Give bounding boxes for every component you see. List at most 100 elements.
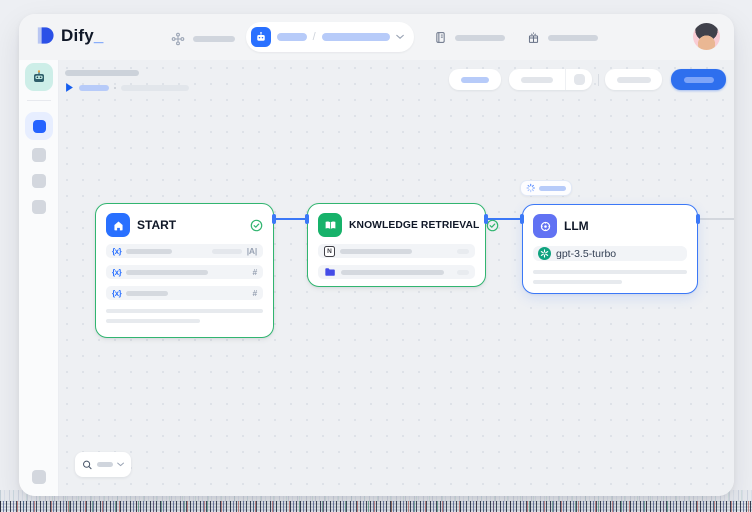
desktop-background: Dify_ / xyxy=(0,0,752,512)
edge-llm-out xyxy=(699,218,734,220)
variable-icon: {x} xyxy=(112,268,121,277)
toolbar-divider xyxy=(598,74,599,86)
chevron-down-icon[interactable] xyxy=(117,462,124,467)
workflow-title-placeholder xyxy=(65,70,139,76)
logo-text: Dify_ xyxy=(61,26,104,46)
zoom-value-placeholder xyxy=(97,462,113,467)
updates-nav[interactable] xyxy=(527,31,598,44)
version-split-button[interactable] xyxy=(509,69,592,90)
zoom-search-icon xyxy=(82,459,93,471)
app-window: Dify_ / xyxy=(19,14,734,496)
sidebar-item-4[interactable] xyxy=(32,200,46,214)
sidebar-item-bottom[interactable] xyxy=(32,470,46,484)
dataset-name-placeholder xyxy=(341,270,444,275)
node-llm-header: LLM xyxy=(533,214,687,238)
sidebar-divider xyxy=(27,100,51,101)
node-running-badge xyxy=(520,180,572,196)
variable-value-placeholder xyxy=(212,249,242,254)
run-meta-placeholder xyxy=(121,85,189,91)
features-label-placeholder xyxy=(461,77,489,83)
dataset-row[interactable] xyxy=(318,265,475,279)
docs-nav[interactable] xyxy=(434,31,505,44)
sidebar-app-icon[interactable] xyxy=(25,63,53,91)
node-title: KNOWLEDGE RETRIEVAL xyxy=(349,220,479,231)
workflow-canvas[interactable]: START {x} |A| {x} # {x} xyxy=(59,60,734,496)
variable-name-placeholder xyxy=(126,249,172,254)
variable-row[interactable]: {x} # xyxy=(106,286,263,300)
output-port[interactable] xyxy=(272,214,276,224)
spinner-icon xyxy=(526,183,535,193)
user-avatar[interactable] xyxy=(693,23,720,50)
nav-label-placeholder xyxy=(193,36,235,42)
run-label-placeholder xyxy=(79,85,109,91)
notebook-icon xyxy=(434,31,447,44)
text-type-icon: |A| xyxy=(247,246,257,256)
number-type-icon: # xyxy=(252,267,257,277)
variable-icon: {x} xyxy=(112,289,121,298)
sidebar-item-3[interactable] xyxy=(32,174,46,188)
model-selector-row[interactable]: gpt-3.5-turbo xyxy=(533,246,687,261)
explore-icon xyxy=(171,32,185,46)
notion-doc-icon: N xyxy=(324,246,335,257)
explore-nav[interactable] xyxy=(171,32,235,46)
output-port[interactable] xyxy=(484,214,488,224)
input-port[interactable] xyxy=(520,214,524,224)
node-llm[interactable]: LLM gpt-3.5-turbo xyxy=(522,204,698,294)
output-port[interactable] xyxy=(696,214,700,224)
variable-name-placeholder xyxy=(126,291,168,296)
node-desc-placeholder xyxy=(106,319,200,323)
version-label-placeholder xyxy=(521,77,553,83)
header: Dify_ / xyxy=(19,14,734,60)
sidebar xyxy=(19,60,59,496)
book-open-icon xyxy=(318,213,342,237)
preview-label-placeholder xyxy=(617,77,651,83)
node-start[interactable]: START {x} |A| {x} # {x} xyxy=(95,203,274,338)
dataset-meta-placeholder xyxy=(457,270,469,275)
variable-name-placeholder xyxy=(126,270,208,275)
canvas-zoom-control[interactable] xyxy=(75,452,131,477)
openai-icon xyxy=(538,247,551,260)
node-title: START xyxy=(137,218,176,232)
features-button[interactable] xyxy=(449,69,501,90)
preview-button[interactable] xyxy=(605,69,662,90)
node-desc-placeholder xyxy=(106,309,263,313)
publish-label-placeholder xyxy=(684,77,714,83)
sidebar-item-2[interactable] xyxy=(32,148,46,162)
version-button-main[interactable] xyxy=(509,77,565,83)
play-icon[interactable] xyxy=(65,82,74,93)
variable-row[interactable]: {x} |A| xyxy=(106,244,263,258)
dify-logo[interactable]: Dify_ xyxy=(34,25,104,46)
running-label-placeholder xyxy=(539,186,566,191)
run-status-row xyxy=(65,82,189,93)
sidebar-item-workflow-active[interactable] xyxy=(25,112,53,140)
dataset-meta-placeholder xyxy=(457,249,469,254)
version-button-menu[interactable] xyxy=(566,74,592,85)
docs-label-placeholder xyxy=(455,35,505,41)
number-type-icon: # xyxy=(252,288,257,298)
gift-icon xyxy=(527,31,540,44)
node-knowledge-retrieval[interactable]: KNOWLEDGE RETRIEVAL N xyxy=(307,203,486,287)
node-start-header: START xyxy=(106,213,263,237)
app-name-placeholder xyxy=(277,33,307,41)
node-title: LLM xyxy=(564,219,589,233)
robot-app-icon xyxy=(31,69,47,85)
input-port[interactable] xyxy=(305,214,309,224)
workflow-tool-icon xyxy=(33,120,46,133)
dataset-name-placeholder xyxy=(340,249,412,254)
variable-row[interactable]: {x} # xyxy=(106,265,263,279)
model-name: gpt-3.5-turbo xyxy=(556,248,616,260)
home-icon xyxy=(106,213,130,237)
chevron-down-icon[interactable] xyxy=(396,34,404,40)
workflow-name-placeholder xyxy=(322,33,390,41)
check-circle-icon xyxy=(250,219,263,232)
chatbot-icon xyxy=(251,27,271,47)
node-desc-placeholder xyxy=(533,270,687,274)
dataset-row[interactable]: N xyxy=(318,244,475,258)
edge-start-knowledge xyxy=(274,218,308,220)
history-icon xyxy=(574,74,585,85)
logo-wordmark: Dify xyxy=(61,26,94,45)
folder-icon xyxy=(324,266,336,278)
app-switcher[interactable]: / xyxy=(246,22,414,52)
publish-button[interactable] xyxy=(671,69,726,90)
model-icon xyxy=(533,214,557,238)
